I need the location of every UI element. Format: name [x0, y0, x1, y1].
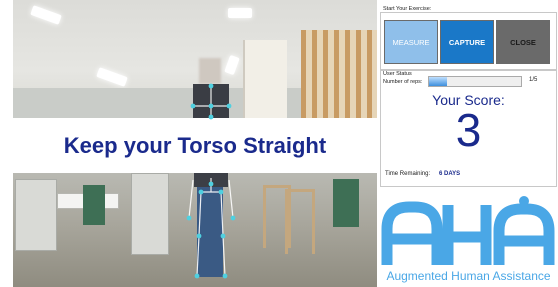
reps-value: 1/5 — [529, 77, 538, 83]
user-status-title: User Status — [383, 71, 412, 77]
reps-progress-bar — [428, 76, 522, 87]
exercise-title: Start Your Exercise: — [383, 6, 432, 12]
skeleton-overlay — [186, 83, 236, 279]
close-button[interactable]: CLOSE — [496, 20, 550, 64]
capture-button[interactable]: CAPTURE — [440, 20, 494, 64]
logo-tagline: Augmented Human Assistance — [386, 269, 551, 283]
aha-logo-mark — [381, 196, 555, 265]
capture-button-label: CAPTURE — [448, 37, 486, 47]
control-panel: Start Your Exercise: MEASURE CAPTURE CLO… — [379, 0, 558, 190]
reps-progress-fill — [429, 77, 448, 86]
reps-label: Number of reps: — [383, 79, 423, 85]
time-remaining-value: 6 DAYS — [439, 171, 461, 177]
aha-logo: Augmented Human Assistance — [379, 195, 558, 287]
score-value: 3 — [455, 104, 482, 156]
measure-button-label: MEASURE — [392, 37, 430, 47]
measure-button[interactable]: MEASURE — [384, 20, 438, 64]
camera-feed: Keep your Torso Straight — [13, 0, 377, 287]
time-remaining-label: Time Remaining: — [385, 171, 431, 177]
close-button-label: CLOSE — [510, 37, 536, 47]
